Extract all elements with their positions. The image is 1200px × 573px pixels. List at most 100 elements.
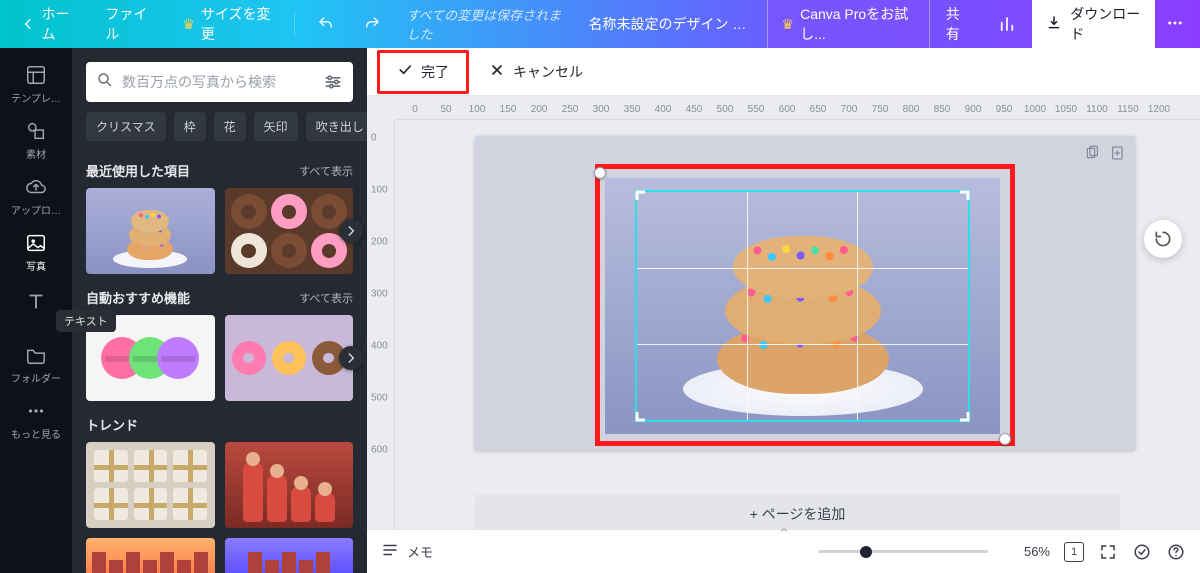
section-title: 最近使用した項目 bbox=[86, 161, 190, 180]
rail-more[interactable]: もっと見る bbox=[0, 392, 72, 448]
crop-frame[interactable] bbox=[635, 190, 970, 422]
canvas-stage[interactable]: + ページを追加 bbox=[395, 120, 1200, 529]
chip[interactable]: 吹き出し bbox=[306, 112, 374, 141]
ruler-tick: 1200 bbox=[1148, 104, 1170, 115]
crop-corner[interactable] bbox=[954, 406, 970, 422]
photo-thumb[interactable] bbox=[86, 442, 215, 528]
ruler-tick: 300 bbox=[371, 289, 388, 300]
download-button[interactable]: ダウンロード bbox=[1032, 0, 1154, 51]
ruler-tick: 200 bbox=[371, 237, 388, 248]
zoom-thumb[interactable] bbox=[860, 546, 872, 558]
collapse-panel-toggle[interactable] bbox=[754, 526, 814, 540]
add-page-icon[interactable] bbox=[1109, 144, 1127, 162]
ruler-tick: 800 bbox=[903, 104, 920, 115]
insights-button[interactable] bbox=[986, 7, 1028, 41]
cloud-upload-icon bbox=[25, 176, 47, 198]
ruler-tick: 1150 bbox=[1117, 104, 1139, 115]
ruler-tick: 100 bbox=[371, 185, 388, 196]
fullscreen-button[interactable] bbox=[1098, 542, 1118, 562]
help-button[interactable] bbox=[1166, 542, 1186, 562]
redo-button[interactable] bbox=[351, 7, 393, 41]
footer-bar: メモ 56% 1 bbox=[367, 529, 1200, 573]
dots-horizontal-icon bbox=[25, 400, 47, 422]
photos-scroll[interactable]: 最近使用した項目すべて表示 自動おすすめ機能すべて表示 トレンド bbox=[72, 147, 367, 573]
row-next[interactable] bbox=[339, 346, 363, 370]
rail-templates[interactable]: テンプレ… bbox=[0, 56, 72, 112]
crop-handle[interactable] bbox=[999, 433, 1011, 445]
photo-thumb[interactable] bbox=[86, 538, 215, 573]
done-highlight: 完了 bbox=[377, 50, 469, 94]
undo-button[interactable] bbox=[305, 7, 347, 41]
home-button[interactable]: ホーム bbox=[8, 0, 89, 52]
zoom-slider[interactable] bbox=[818, 550, 988, 553]
sliders-icon[interactable] bbox=[323, 72, 343, 92]
rail-photos[interactable]: 写真 bbox=[0, 224, 72, 280]
ruler-tick: 200 bbox=[531, 104, 548, 115]
crop-corner[interactable] bbox=[635, 190, 651, 206]
file-menu[interactable]: ファイル bbox=[93, 0, 166, 52]
redo-icon bbox=[363, 15, 381, 33]
notes-button[interactable]: メモ bbox=[381, 541, 433, 562]
crop-grid-line bbox=[637, 344, 968, 345]
search-field[interactable] bbox=[86, 62, 353, 102]
templates-icon bbox=[25, 64, 47, 86]
ruler-tick: 600 bbox=[779, 104, 796, 115]
doc-title[interactable]: 名称未設定のデザイン - 1200p... bbox=[579, 14, 759, 34]
section-title: 自動おすすめ機能 bbox=[86, 288, 190, 307]
filter-chips-row: クリスマス 枠 花 矢印 吹き出し bbox=[72, 112, 367, 147]
thumb-row bbox=[86, 315, 353, 401]
download-icon bbox=[1046, 15, 1062, 34]
ruler-tick: 850 bbox=[934, 104, 951, 115]
ruler-tick: 650 bbox=[810, 104, 827, 115]
ruler-tick: 400 bbox=[655, 104, 672, 115]
duplicate-page-icon[interactable] bbox=[1083, 144, 1101, 162]
text-icon bbox=[25, 290, 47, 312]
rail-elements[interactable]: 素材 bbox=[0, 112, 72, 168]
ruler-tick: 950 bbox=[996, 104, 1013, 115]
check-icon bbox=[397, 62, 413, 81]
resize-button[interactable]: ♛ サイズを変更 bbox=[170, 0, 283, 52]
crop-handle[interactable] bbox=[594, 167, 606, 179]
folder-icon bbox=[25, 344, 47, 366]
ruler-tick: 300 bbox=[593, 104, 610, 115]
add-page-button[interactable]: + ページを追加 bbox=[475, 494, 1120, 529]
notes-icon bbox=[381, 541, 399, 562]
share-button[interactable]: 共有 bbox=[934, 0, 982, 52]
search-icon bbox=[96, 71, 114, 94]
crop-toolbar: 完了 キャンセル bbox=[367, 48, 1200, 96]
photo-thumb[interactable] bbox=[225, 538, 354, 573]
search-input[interactable] bbox=[122, 74, 315, 90]
photo-thumb[interactable] bbox=[225, 442, 354, 528]
editor-area: 完了 キャンセル 0501001502002503003504004505005… bbox=[367, 48, 1200, 573]
crop-corner[interactable] bbox=[635, 406, 651, 422]
see-all-link[interactable]: すべて表示 bbox=[299, 163, 353, 179]
rail-folders[interactable]: フォルダー bbox=[0, 336, 72, 392]
zoom-percent[interactable]: 56% bbox=[1002, 544, 1050, 559]
chip[interactable]: クリスマス bbox=[86, 112, 166, 141]
chip[interactable]: 矢印 bbox=[254, 112, 298, 141]
reset-crop-button[interactable] bbox=[1144, 220, 1182, 258]
photo-thumb[interactable] bbox=[86, 188, 215, 274]
photo-thumb[interactable] bbox=[225, 188, 354, 274]
more-menu[interactable] bbox=[1159, 7, 1192, 41]
see-all-link[interactable]: すべて表示 bbox=[299, 290, 353, 306]
row-next[interactable] bbox=[339, 219, 363, 243]
image-icon bbox=[25, 232, 47, 254]
crown-icon: ♛ bbox=[782, 16, 795, 33]
thumb-row bbox=[86, 188, 353, 274]
crown-icon: ♛ bbox=[182, 16, 195, 33]
chip[interactable]: 枠 bbox=[174, 112, 206, 141]
photo-thumb[interactable] bbox=[225, 315, 354, 401]
photos-panel: クリスマス 枠 花 矢印 吹き出し 最近使用した項目すべて表示 自動おすすめ機能… bbox=[72, 48, 367, 573]
workspace: テンプレ… 素材 アップロ… 写真 . フォルダー もっと見る テキスト bbox=[0, 48, 1200, 573]
chip[interactable]: 花 bbox=[214, 112, 246, 141]
checkmark-status-icon[interactable] bbox=[1132, 542, 1152, 562]
crop-grid-line bbox=[637, 268, 968, 269]
crop-done-button[interactable]: 完了 bbox=[383, 56, 463, 88]
crop-corner[interactable] bbox=[954, 190, 970, 206]
rail-uploads[interactable]: アップロ… bbox=[0, 168, 72, 224]
page-indicator[interactable]: 1 bbox=[1064, 542, 1084, 562]
crop-cancel-button[interactable]: キャンセル bbox=[475, 56, 597, 88]
divider bbox=[294, 12, 295, 36]
pro-trial-button[interactable]: ♛ Canva Proをお試し... bbox=[767, 0, 930, 52]
